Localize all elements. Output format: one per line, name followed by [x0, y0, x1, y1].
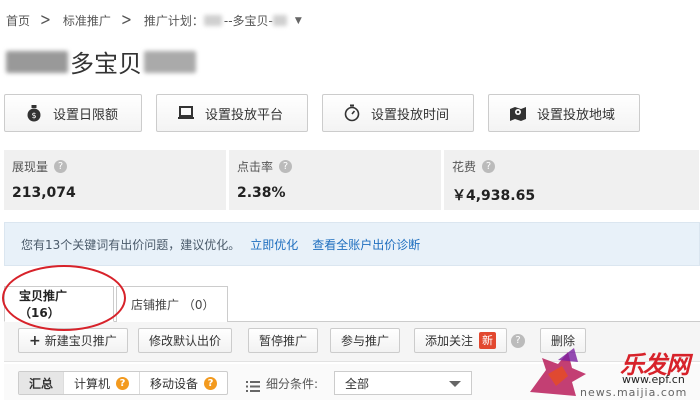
segment-mobile[interactable]: 移动设备?: [140, 372, 227, 394]
bid-alert: 您有13个关键词有出价问题，建议优化。 立即优化 查看全账户出价诊断: [4, 222, 700, 266]
help-icon[interactable]: ?: [54, 160, 68, 173]
follow-button[interactable]: 添加关注 新: [414, 328, 508, 353]
blurred-text: [6, 50, 68, 73]
filter-select-value: 全部: [345, 376, 370, 391]
help-icon[interactable]: ?: [279, 160, 293, 173]
money-bag-icon: $: [25, 104, 43, 122]
plus-icon: +: [29, 332, 41, 349]
warning-icon: ?: [116, 376, 130, 390]
plan-name: --多宝贝-: [223, 14, 273, 28]
map-pin-icon: [509, 104, 527, 122]
list-icon: [246, 377, 260, 396]
page-title-text: 多宝贝: [70, 50, 142, 78]
segment-computer-label: 计算机: [74, 376, 111, 391]
schedule-button[interactable]: 设置投放时间: [322, 94, 474, 132]
metric-label: 展现量: [12, 160, 49, 174]
breadcrumb-standard[interactable]: 标准推广: [63, 12, 111, 29]
segment-all[interactable]: 汇总: [19, 372, 65, 394]
warning-icon: ?: [204, 376, 218, 390]
new-item-button[interactable]: + 新建宝贝推广: [18, 328, 128, 353]
stopwatch-icon: [343, 104, 361, 122]
metric-impressions: 展现量? 213,074: [4, 150, 226, 210]
segment-computer[interactable]: 计算机?: [64, 372, 141, 394]
metric-value: 213,074: [12, 185, 76, 201]
tab-store-promotion[interactable]: 店铺推广 （0）: [116, 286, 228, 322]
blurred-text: [272, 15, 287, 26]
filter-label: 细分条件:: [266, 377, 319, 391]
plan-label: 推广计划：: [143, 14, 204, 28]
platform-button[interactable]: 设置投放平台: [156, 94, 308, 132]
settings-bar: $ 设置日限额 设置投放平台 设置投放时间 设置投放地域: [4, 94, 654, 132]
follow-label: 添加关注: [425, 334, 474, 348]
new-badge: 新: [479, 332, 497, 349]
pause-button[interactable]: 暂停推广: [248, 328, 319, 353]
modify-bid-button[interactable]: 修改默认出价: [138, 328, 233, 353]
new-item-label: 新建宝贝推广: [44, 334, 117, 348]
join-button[interactable]: 参与推广: [330, 328, 401, 353]
page-title: 多宝贝: [6, 44, 196, 79]
metric-value: 2.38%: [237, 185, 286, 201]
metric-cost: 花费? ￥4,938.65: [444, 150, 699, 210]
alert-text: 您有13个关键词有出价问题，建议优化。: [21, 237, 241, 252]
segment-mobile-label: 移动设备: [150, 376, 199, 391]
blurred-text: [203, 15, 222, 26]
watermark-url-secondary: news.maijia.com: [580, 386, 688, 399]
diagnose-link[interactable]: 查看全账户出价诊断: [312, 236, 420, 253]
optimize-link[interactable]: 立即优化: [250, 236, 298, 253]
metric-ctr: 点击率? 2.38%: [229, 150, 441, 210]
breadcrumb-home[interactable]: 首页: [6, 12, 30, 29]
chevron-down-icon: [449, 381, 461, 387]
region-button[interactable]: 设置投放地域: [488, 94, 640, 132]
plan-selector[interactable]: 推广计划： --多宝贝- ▼: [144, 12, 302, 29]
breadcrumb: 首页 > 标准推广 > 推广计划： --多宝贝- ▼: [6, 10, 302, 31]
tab-bar: 宝贝推广 （16） 店铺推广 （0）: [4, 286, 228, 322]
device-segment: 汇总 计算机? 移动设备?: [18, 371, 229, 395]
schedule-label: 设置投放时间: [371, 107, 450, 123]
metrics-panel: 展现量? 213,074 点击率? 2.38% 花费? ￥4,938.65: [4, 150, 700, 210]
help-icon[interactable]: ?: [511, 334, 525, 348]
daily-limit-label: 设置日限额: [53, 107, 119, 123]
tab-item-promotion[interactable]: 宝贝推广 （16）: [4, 286, 114, 322]
filter-select[interactable]: 全部: [334, 371, 472, 395]
daily-limit-button[interactable]: $ 设置日限额: [4, 94, 142, 132]
chevron-right-icon: >: [120, 10, 132, 31]
region-label: 设置投放地域: [537, 107, 616, 123]
blurred-text: [144, 50, 196, 73]
metric-label: 花费: [452, 160, 477, 174]
metric-label: 点击率: [237, 160, 274, 174]
computer-icon: [177, 104, 195, 122]
svg-text:$: $: [31, 111, 36, 120]
platform-label: 设置投放平台: [205, 107, 284, 123]
watermark-url: www.epf.cn: [622, 373, 685, 386]
help-icon[interactable]: ?: [482, 160, 496, 173]
metric-value: ￥4,938.65: [452, 188, 536, 204]
chevron-right-icon: >: [40, 10, 51, 31]
caret-down-icon[interactable]: ▼: [295, 16, 302, 26]
